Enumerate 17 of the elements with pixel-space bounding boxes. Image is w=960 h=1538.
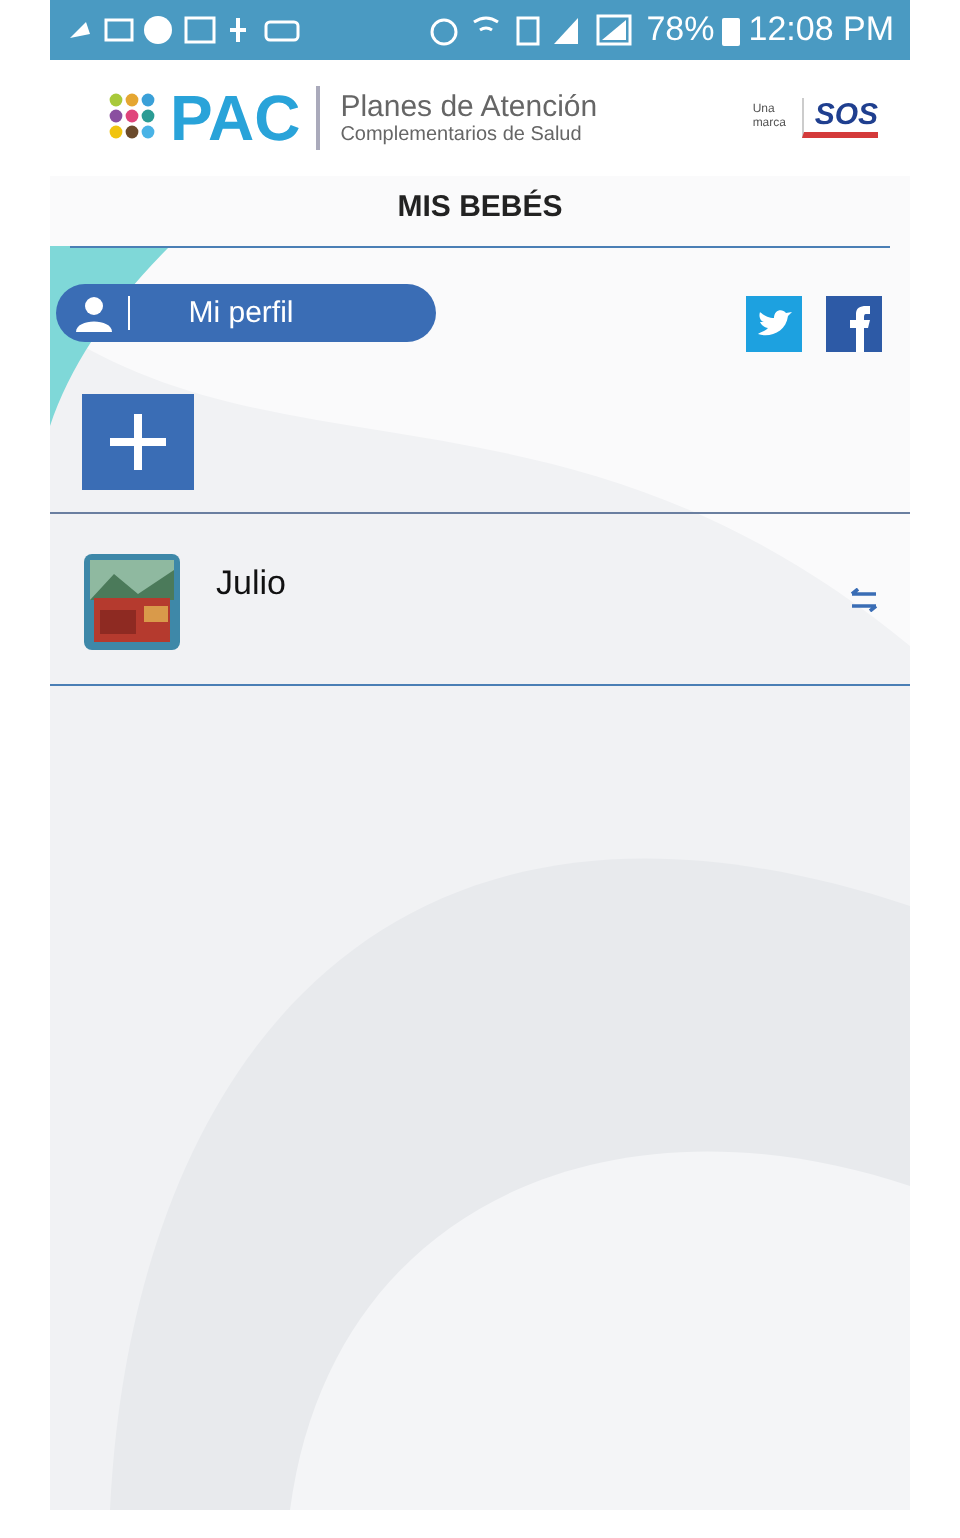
baby-list-item[interactable]: Julio	[50, 514, 910, 686]
tagline-text: Planes de Atención	[340, 91, 598, 123]
partner-logo: SOS	[802, 98, 878, 138]
clock-time: 12:08 PM	[748, 10, 894, 50]
swap-arrows-icon	[850, 588, 878, 612]
battery-percentage: 78%	[646, 10, 715, 50]
battery-icon	[722, 15, 741, 45]
brand-name: PAC	[170, 86, 321, 150]
tagline-text: Complementarios de Salud	[340, 123, 584, 145]
baby-name: Julio	[216, 564, 288, 604]
facebook-icon	[826, 296, 882, 352]
profile-button[interactable]: Mi perfil	[56, 284, 436, 342]
person-icon	[76, 295, 112, 331]
add-button[interactable]	[82, 394, 194, 490]
page-title: MIS BEBÉS	[70, 176, 890, 248]
plus-icon	[106, 410, 170, 474]
twitter-icon	[746, 296, 802, 352]
